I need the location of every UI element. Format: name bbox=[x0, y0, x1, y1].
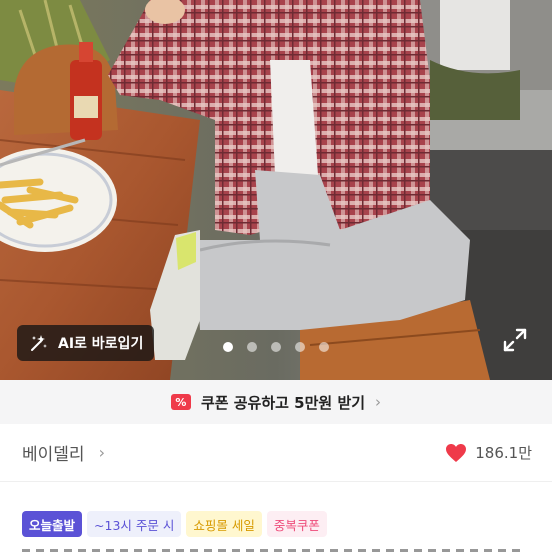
tag-today-shipping: 오늘출발 bbox=[22, 511, 83, 537]
heart-icon[interactable] bbox=[445, 443, 467, 463]
brand-name-link[interactable]: 베이델리 bbox=[22, 440, 85, 465]
carousel-dot-4[interactable] bbox=[295, 342, 305, 352]
carousel-dot-1[interactable] bbox=[223, 342, 233, 352]
expand-arrows-icon[interactable] bbox=[502, 327, 528, 353]
chevron-right-icon[interactable]: › bbox=[99, 443, 105, 462]
carousel-dot-5[interactable] bbox=[319, 342, 329, 352]
product-image-carousel[interactable]: AI로 바로입기 bbox=[0, 0, 552, 380]
ai-try-on-button[interactable]: AI로 바로입기 bbox=[17, 325, 154, 361]
product-tags: 오늘출발 ~13시 주문 시 쇼핑몰 세일 중복쿠폰 bbox=[22, 511, 327, 537]
coupon-icon: % bbox=[170, 394, 191, 410]
brand-row: 베이델리 › 186.1만 bbox=[0, 424, 552, 482]
tag-mall-sale: 쇼핑몰 세일 bbox=[186, 511, 262, 537]
ai-try-on-label: AI로 바로입기 bbox=[58, 336, 144, 352]
chevron-right-icon: › bbox=[375, 393, 382, 411]
carousel-dot-3[interactable] bbox=[271, 342, 281, 352]
carousel-indicator bbox=[223, 342, 329, 352]
coupon-share-banner[interactable]: % 쿠폰 공유하고 5만원 받기 › bbox=[0, 380, 552, 424]
like-count: 186.1만 bbox=[475, 444, 532, 462]
magic-wand-sparkle-icon bbox=[31, 335, 47, 351]
tag-order-cutoff: ~13시 주문 시 bbox=[87, 511, 182, 537]
tag-duplicate-coupon: 중복쿠폰 bbox=[266, 511, 327, 537]
coupon-share-label: 쿠폰 공유하고 5만원 받기 bbox=[200, 393, 366, 412]
product-photo bbox=[0, 0, 552, 380]
carousel-dot-2[interactable] bbox=[247, 342, 257, 352]
like-button[interactable]: 186.1만 bbox=[445, 442, 532, 463]
product-title-cutoff bbox=[22, 546, 522, 552]
product-detail-screen: AI로 바로입기 % 쿠폰 공유하고 5만원 받기 › 베이델리 › 186.1… bbox=[0, 0, 552, 552]
